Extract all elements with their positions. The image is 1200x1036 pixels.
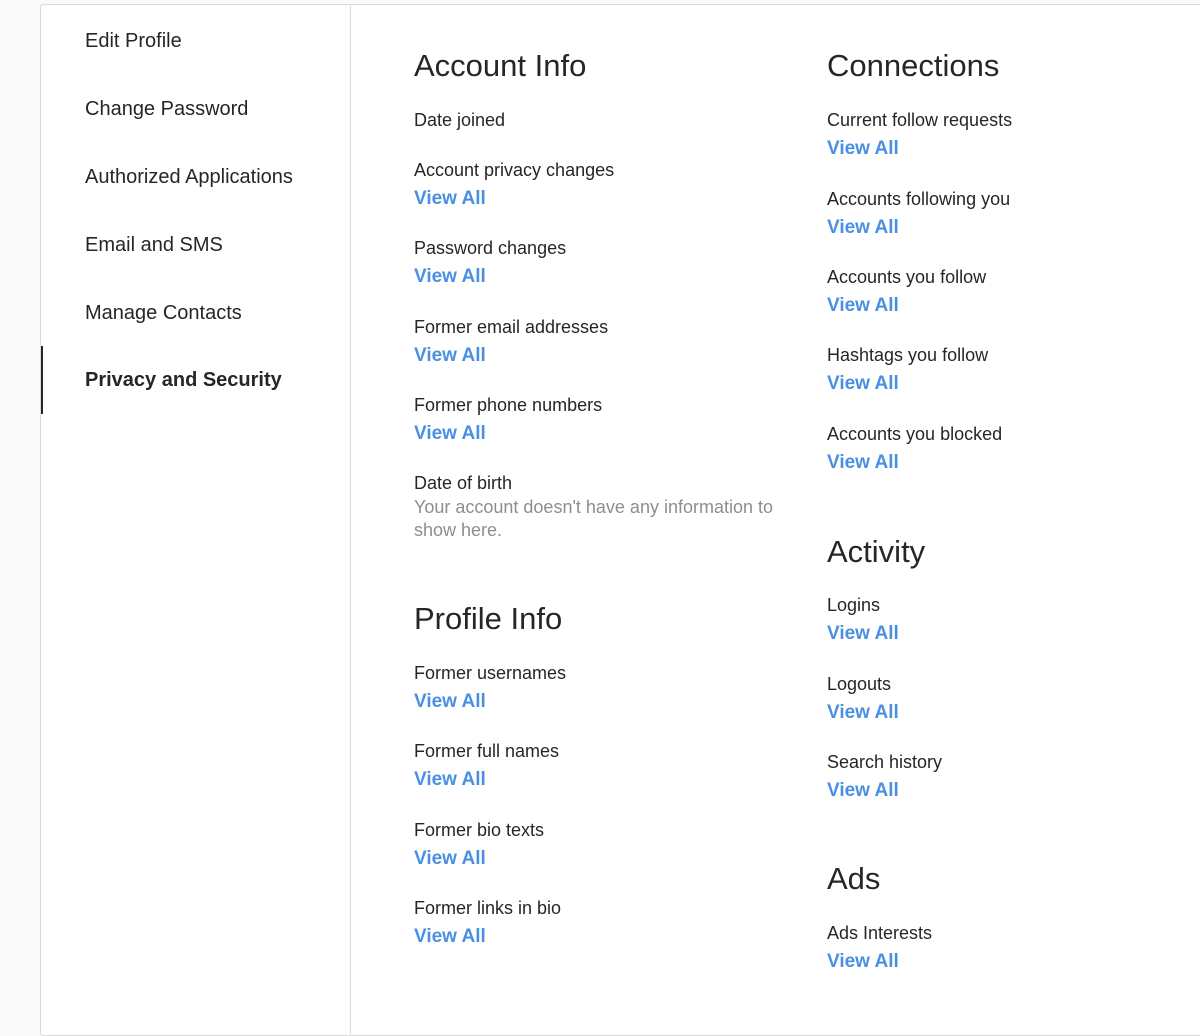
view-all-link[interactable]: View All bbox=[414, 422, 486, 446]
item-label: Former bio texts bbox=[414, 820, 545, 840]
item-label: Accounts following you bbox=[827, 189, 1011, 209]
item-label: Logins bbox=[827, 595, 881, 615]
logouts-item: Logouts View All bbox=[827, 673, 1197, 725]
date-joined-item: Date joined bbox=[414, 109, 784, 132]
view-all-link[interactable]: View All bbox=[414, 847, 486, 871]
activity-title: Activity bbox=[827, 534, 926, 569]
former-emails-item: Former email addresses View All bbox=[414, 316, 784, 368]
view-all-link[interactable]: View All bbox=[827, 701, 899, 725]
empty-message: Your account doesn't have any informatio… bbox=[414, 497, 774, 540]
item-label: Former usernames bbox=[414, 663, 567, 683]
view-all-link[interactable]: View All bbox=[827, 451, 899, 475]
view-all-link[interactable]: View All bbox=[827, 372, 899, 396]
item-label: Search history bbox=[827, 752, 943, 772]
account-info-title: Account Info bbox=[414, 48, 587, 83]
former-usernames-item: Former usernames View All bbox=[414, 662, 784, 714]
item-label: Account privacy changes bbox=[414, 160, 615, 180]
hashtags-item: Hashtags you follow View All bbox=[827, 344, 1197, 396]
item-label: Accounts you follow bbox=[827, 267, 987, 287]
view-all-link[interactable]: View All bbox=[827, 950, 899, 974]
date-of-birth-item: Date of birth Your account doesn't have … bbox=[414, 472, 784, 542]
item-label: Former links in bio bbox=[414, 898, 562, 918]
ads-title: Ads bbox=[827, 861, 881, 896]
view-all-link[interactable]: View All bbox=[827, 622, 899, 646]
item-label: Former email addresses bbox=[414, 317, 609, 337]
connections-title: Connections bbox=[827, 48, 1000, 83]
item-label: Password changes bbox=[414, 238, 567, 258]
profile-info-title: Profile Info bbox=[414, 601, 563, 636]
sidebar-item-privacy-and-security[interactable]: Privacy and Security bbox=[41, 346, 350, 414]
view-all-link[interactable]: View All bbox=[827, 216, 899, 240]
blocked-item: Accounts you blocked View All bbox=[827, 423, 1197, 475]
item-label: Logouts bbox=[827, 674, 892, 694]
search-history-item: Search history View All bbox=[827, 751, 1197, 803]
sidebar-item-authorized-applications[interactable]: Authorized Applications bbox=[41, 143, 350, 211]
settings-sidebar: Edit Profile Change Password Authorized … bbox=[41, 5, 351, 1035]
password-changes-item: Password changes View All bbox=[414, 237, 784, 289]
former-full-names-item: Former full names View All bbox=[414, 740, 784, 792]
item-label: Hashtags you follow bbox=[827, 345, 989, 365]
following-you-item: Accounts following you View All bbox=[827, 188, 1197, 240]
view-all-link[interactable]: View All bbox=[414, 344, 486, 368]
sidebar-item-change-password[interactable]: Change Password bbox=[41, 75, 350, 143]
view-all-link[interactable]: View All bbox=[827, 779, 899, 803]
sidebar-item-email-and-sms[interactable]: Email and SMS bbox=[41, 211, 350, 279]
view-all-link[interactable]: View All bbox=[827, 137, 899, 161]
item-label: Former phone numbers bbox=[414, 395, 603, 415]
follow-requests-item: Current follow requests View All bbox=[827, 109, 1197, 161]
sidebar-item-edit-profile[interactable]: Edit Profile bbox=[41, 7, 350, 75]
view-all-link[interactable]: View All bbox=[414, 265, 486, 289]
view-all-link[interactable]: View All bbox=[414, 187, 486, 211]
item-label: Ads Interests bbox=[827, 923, 933, 943]
logins-item: Logins View All bbox=[827, 594, 1197, 646]
view-all-link[interactable]: View All bbox=[414, 925, 486, 949]
former-bio-texts-item: Former bio texts View All bbox=[414, 819, 784, 871]
privacy-changes-item: Account privacy changes View All bbox=[414, 159, 784, 211]
view-all-link[interactable]: View All bbox=[827, 294, 899, 318]
settings-card: Edit Profile Change Password Authorized … bbox=[40, 4, 1200, 1036]
item-label: Accounts you blocked bbox=[827, 424, 1003, 444]
view-all-link[interactable]: View All bbox=[414, 690, 486, 714]
former-links-item: Former links in bio View All bbox=[414, 897, 784, 949]
sidebar-item-manage-contacts[interactable]: Manage Contacts bbox=[41, 279, 350, 347]
ads-interests-item: Ads Interests View All bbox=[827, 922, 1197, 974]
former-phones-item: Former phone numbers View All bbox=[414, 394, 784, 446]
item-label: Current follow requests bbox=[827, 110, 1013, 130]
item-label: Former full names bbox=[414, 741, 560, 761]
view-all-link[interactable]: View All bbox=[414, 768, 486, 792]
item-label: Date of birth bbox=[414, 473, 513, 493]
item-label: Date joined bbox=[414, 110, 506, 130]
you-follow-item: Accounts you follow View All bbox=[827, 266, 1197, 318]
